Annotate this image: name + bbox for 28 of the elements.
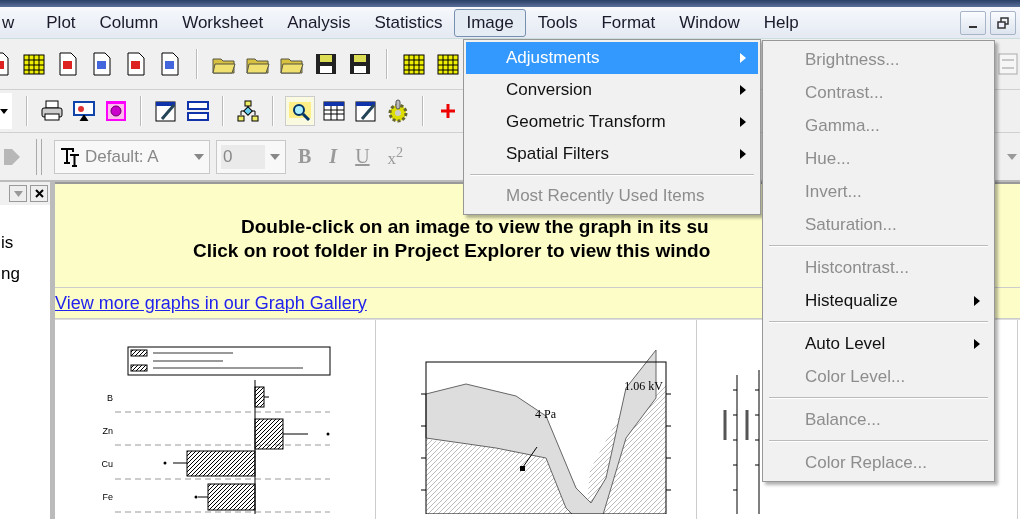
category-label: Zn	[102, 426, 113, 436]
menu-bar-item[interactable]: Worksheet	[170, 8, 276, 37]
tree-item[interactable]: is	[1, 233, 50, 254]
category-label: Fe	[102, 492, 113, 502]
gallery-link[interactable]: View more graphs in our Graph Gallery	[55, 292, 367, 314]
menu-bar-item[interactable]: Analysis	[275, 8, 363, 37]
instruction-text: Click on root folder in Project Explorer to view this windo	[192, 239, 711, 263]
category-label: B	[107, 393, 113, 403]
menu-item[interactable]: Geometric Transform	[466, 106, 758, 138]
menu-bar-item[interactable]: Window	[667, 8, 752, 37]
menu-item[interactable]: Spatial Filters	[466, 138, 758, 170]
tree-item[interactable]: ng	[1, 264, 50, 285]
annotation-label: 1.06 kV	[624, 379, 663, 393]
menu-bar-item[interactable]: Tools	[525, 8, 590, 37]
menu-bar-item[interactable]: w	[0, 8, 27, 37]
menu-item[interactable]: Histequalize	[765, 284, 992, 317]
bar-chart-drawing[interactable]: B Zn Cu Fe	[55, 320, 375, 514]
menu-bar-item[interactable]: Image	[454, 8, 526, 37]
menu-bar-item[interactable]: Format	[589, 8, 668, 37]
annotation-label: 4 Pa	[535, 407, 556, 421]
menu-bar-item[interactable]: Column	[87, 8, 171, 37]
menu-item[interactable]: Auto Level	[765, 327, 992, 360]
menu-bar-item[interactable]: Plot	[34, 8, 88, 37]
menu-item[interactable]: Conversion	[466, 74, 758, 106]
menu-bar-item[interactable]: Statistics	[362, 8, 455, 37]
category-label: Cu	[101, 459, 113, 469]
menu-bar-item[interactable]: Help	[751, 8, 811, 37]
instruction-text: Double-click on an image to view the graph in its su	[240, 215, 709, 239]
